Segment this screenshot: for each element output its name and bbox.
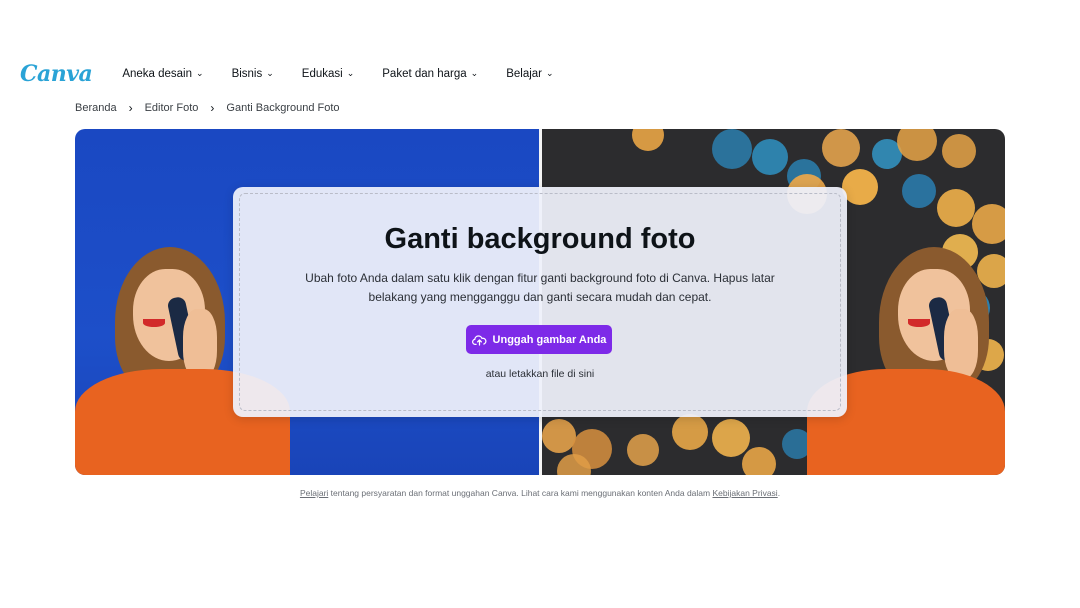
nav-item-label: Bisnis (231, 68, 263, 80)
privacy-policy-link[interactable]: Kebijakan Privasi (712, 488, 777, 498)
nav-item-edukasi[interactable]: Edukasi ⌄ (301, 67, 355, 81)
canva-logo[interactable]: Canva (20, 61, 93, 87)
cloud-upload-icon (471, 334, 487, 346)
nav-item-label: Aneka desain (122, 68, 193, 80)
chevron-down-icon: ⌄ (470, 67, 479, 78)
breadcrumb: Beranda › Editor Foto › Ganti Background… (75, 101, 340, 115)
nav-item-belajar[interactable]: Belajar ⌄ (506, 67, 554, 81)
upload-terms-note: Pelajari tentang persyaratan dan format … (0, 488, 1080, 498)
chevron-down-icon: ⌄ (346, 67, 355, 78)
upload-card[interactable]: Ganti background foto Ubah foto Anda dal… (233, 187, 847, 417)
learn-terms-link[interactable]: Pelajari (300, 488, 328, 498)
chevron-down-icon: ⌄ (196, 67, 204, 78)
nav-item-bisnis[interactable]: Bisnis ⌄ (231, 67, 274, 81)
chevron-right-icon: › (128, 101, 133, 115)
chevron-down-icon: ⌄ (266, 67, 274, 78)
page-title: Ganti background foto (384, 223, 696, 255)
hero-description: Ubah foto Anda dalam satu klik dengan fi… (305, 271, 775, 304)
breadcrumb-beranda[interactable]: Beranda (75, 102, 117, 114)
terms-text-end: . (777, 488, 781, 498)
drop-hint-text: atau letakkan file di sini (485, 368, 595, 380)
nav-item-label: Edukasi (301, 68, 343, 80)
nav-item-aneka-desain[interactable]: Aneka desain ⌄ (122, 67, 204, 81)
chevron-right-icon: › (210, 101, 215, 115)
chevron-down-icon: ⌄ (546, 67, 554, 78)
upload-button-label: Unggah gambar Anda (492, 333, 607, 346)
nav-item-label: Paket dan harga (382, 68, 467, 80)
breadcrumb-editor-foto[interactable]: Editor Foto (145, 102, 199, 114)
nav-item-paket-dan-harga[interactable]: Paket dan harga ⌄ (382, 67, 479, 81)
terms-text: tentang persyaratan dan format unggahan … (328, 488, 713, 498)
nav-item-label: Belajar (506, 68, 543, 80)
upload-image-button[interactable]: Unggah gambar Anda (466, 325, 612, 354)
breadcrumb-current: Ganti Background Foto (226, 102, 340, 114)
top-navigation: Canva Aneka desain ⌄ Bisnis ⌄ Edukasi ⌄ … (20, 58, 582, 90)
